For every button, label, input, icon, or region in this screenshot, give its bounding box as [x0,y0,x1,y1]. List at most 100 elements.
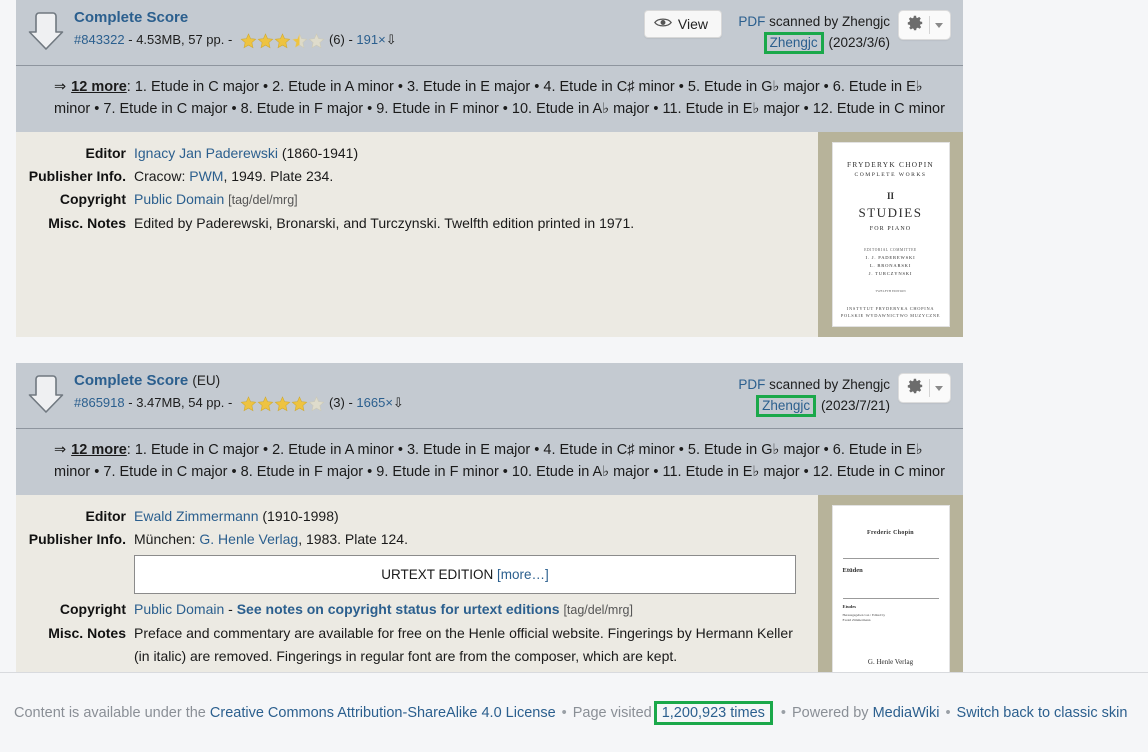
pdf-link[interactable]: PDF [738,377,765,392]
metadata-label: Editor [85,508,126,524]
pdf-link[interactable]: PDF [738,14,765,29]
urtext-more-link[interactable]: [more…] [497,567,549,582]
metadata-row-copyright: Copyright Public Domain [tag/del/mrg] [16,188,804,212]
score-title[interactable]: Complete Score [74,8,644,27]
metadata-label: Publisher Info. [28,531,126,547]
score-item: Complete Score #843322 - 4.53MB , 57 pp.… [16,0,963,337]
meta-comma: , [181,395,189,410]
page-count: 57 pp. [188,32,225,47]
copyright-link[interactable]: Public Domain [134,191,224,207]
thumb-rule [842,598,939,599]
meta-dash-1: - [124,395,137,410]
editor-link[interactable]: Ignacy Jan Paderewski [134,145,278,161]
uploader-highlight: Zhengjc [756,395,817,417]
thumb-editor-3: J. TURCZYNSKI [868,271,913,276]
switch-skin-link[interactable]: Switch back to classic skin [957,705,1128,721]
visit-count: 1,200,923 times [661,704,765,721]
arrow-right-icon: ⇒ [54,79,67,95]
rating-stars[interactable] [240,396,325,412]
thumb-committee-label: EDITORIAL COMMITTEE [864,248,917,252]
star-empty-icon[interactable] [308,396,325,412]
settings-button[interactable] [898,373,951,403]
upload-date: (2023/3/6) [828,35,890,50]
view-button[interactable]: View [643,10,722,38]
tag-del-mrg[interactable]: [tag/del/mrg] [563,603,632,617]
thumb-rule [842,558,939,559]
movement-text: 1. Etude in C major • 2. Etude in A mino… [54,79,945,117]
license-link[interactable]: Creative Commons Attribution-ShareAlike … [210,705,556,721]
movement-list: ⇒ 12 more: 1. Etude in C major • 2. Etude… [16,429,963,495]
thumb-volume: II [886,191,894,201]
star-icon[interactable] [274,396,291,412]
download-count[interactable]: 1665× [356,394,393,412]
settings-button[interactable] [898,10,951,40]
button-divider [929,16,930,34]
uploader-link[interactable]: Zhengjc [762,398,810,413]
download-glyph-icon: ⇩ [392,395,404,410]
file-format-link: PDF [738,377,765,392]
editor-link[interactable]: Ewald Zimmermann [134,508,258,524]
rating-count: (6) [328,32,345,47]
urtext-label: URTEXT EDITION [381,567,494,582]
file-format-link: PDF [738,14,765,29]
chevron-down-icon[interactable] [935,22,943,28]
tag-del-mrg[interactable]: [tag/del/mrg] [228,193,297,207]
file-id-link[interactable]: #865918 [74,394,125,412]
metadata-row-editor: Editor Ewald Zimmermann (1910-1998) [16,505,804,528]
license-prefix: Content is available under the [14,704,206,721]
metadata-label-empty [16,551,134,598]
copyright-link[interactable]: Public Domain [134,601,224,617]
footer-separator: • [561,704,567,721]
metadata-value: URTEXT EDITION [more…] [134,551,804,598]
page-footer: Content is available under the Creative … [0,673,1148,752]
score-header-main: Complete Score #843322 - 4.53MB , 57 pp.… [70,8,644,49]
star-half-icon[interactable] [291,33,308,49]
thumb-editor: Ewald Zimmermann [842,618,871,622]
metadata-value: Preface and commentary are available for… [134,625,793,664]
star-empty-icon[interactable] [308,33,325,49]
publisher-link[interactable]: G. Henle Verlag [199,531,298,547]
star-icon[interactable] [240,396,257,412]
star-icon[interactable] [274,33,291,49]
publisher-city: Cracow: [134,168,190,184]
score-header-actions: View PDF scanned by Zhengjc Zhengjc (202… [643,8,951,54]
metadata-row-notes: Misc. Notes Edited by Paderewski, Bronar… [16,212,804,235]
download-arrow-icon[interactable] [26,371,70,420]
rating-stars[interactable] [240,33,325,49]
metadata-value: Cracow: PWM, 1949. Plate 234. [134,165,804,188]
score-title-suffix: (EU) [192,373,221,388]
uploader-line: Zhengjc (2023/7/21) [730,395,890,417]
uploader-link[interactable]: Zhengjc [770,35,818,50]
thumb-work-title: Etüden [842,567,863,574]
file-size: 4.53MB [136,32,181,47]
download-count[interactable]: 191× [356,31,385,49]
movement-list: ⇒ 12 more: 1. Etude in C major • 2. Etude… [16,66,963,132]
more-toggle-link[interactable]: 12 more [71,442,127,458]
rating-count: (3) [328,395,345,410]
chevron-down-icon[interactable] [935,385,943,391]
movement-text: 1. Etude in C major • 2. Etude in A mino… [54,442,945,480]
meta-dash-1: - [124,32,137,47]
metadata-label: Copyright [59,601,126,617]
copyright-dash: - [224,601,237,617]
metadata-value: Ewald Zimmermann (1910-1998) [134,505,804,528]
score-title-link[interactable]: Complete Score [74,372,188,389]
publisher-rest: , 1983. Plate 124. [298,531,408,547]
file-id-link[interactable]: #843322 [74,31,125,49]
score-title[interactable]: Complete Score (EU) [74,371,730,390]
publisher-link[interactable]: PWM [189,168,223,184]
star-icon[interactable] [291,396,308,412]
score-title-link[interactable]: Complete Score [74,9,188,26]
star-icon[interactable] [257,396,274,412]
score-thumbnail[interactable]: FRYDERYK CHOPIN COMPLETE WORKS II STUDIE… [818,132,963,337]
star-icon[interactable] [240,33,257,49]
urtext-edition-banner[interactable]: URTEXT EDITION [more…] [134,555,796,594]
editor-dates: (1910-1998) [258,508,339,524]
page-root: Complete Score #843322 - 4.53MB , 57 pp.… [0,0,1148,752]
star-icon[interactable] [257,33,274,49]
mediawiki-link[interactable]: MediaWiki [873,705,940,721]
download-arrow-icon[interactable] [26,8,70,57]
copyright-warning-link[interactable]: See notes on copyright status for urtext… [237,601,560,617]
file-size: 3.47MB [136,395,181,410]
more-toggle-link[interactable]: 12 more [71,79,127,95]
